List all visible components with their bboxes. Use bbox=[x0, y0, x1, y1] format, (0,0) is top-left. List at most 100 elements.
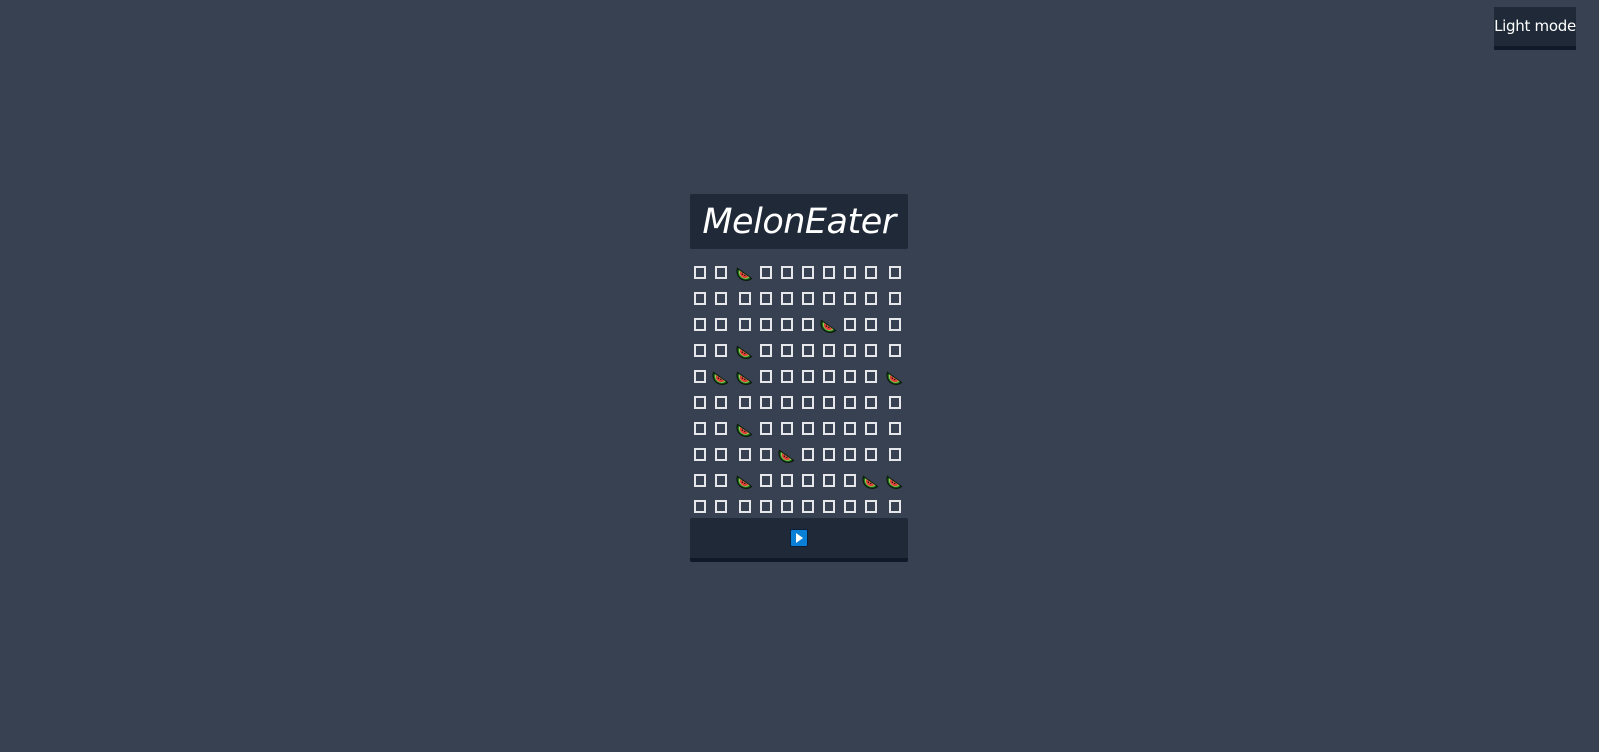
empty-square-icon[interactable] bbox=[819, 470, 839, 490]
empty-square-icon[interactable] bbox=[819, 262, 839, 282]
empty-square-icon[interactable] bbox=[840, 496, 860, 516]
watermelon-icon[interactable] bbox=[885, 366, 905, 386]
empty-square-icon[interactable] bbox=[819, 496, 839, 516]
empty-square-icon[interactable] bbox=[840, 366, 860, 386]
empty-square-icon[interactable] bbox=[756, 314, 776, 334]
empty-square-icon[interactable] bbox=[756, 496, 776, 516]
empty-square-icon[interactable] bbox=[861, 288, 881, 308]
empty-square-icon[interactable] bbox=[777, 262, 797, 282]
empty-square-icon[interactable] bbox=[777, 314, 797, 334]
empty-square-icon[interactable] bbox=[711, 288, 731, 308]
empty-square-icon[interactable] bbox=[885, 288, 905, 308]
empty-square-icon[interactable] bbox=[840, 340, 860, 360]
empty-square-icon[interactable] bbox=[798, 262, 818, 282]
empty-square-icon[interactable] bbox=[819, 392, 839, 412]
watermelon-icon[interactable] bbox=[735, 418, 755, 438]
empty-square-icon[interactable] bbox=[798, 470, 818, 490]
empty-square-icon[interactable] bbox=[885, 314, 905, 334]
empty-square-icon[interactable] bbox=[861, 418, 881, 438]
empty-square-icon[interactable] bbox=[690, 262, 710, 282]
empty-square-icon[interactable] bbox=[756, 470, 776, 490]
empty-square-icon[interactable] bbox=[840, 288, 860, 308]
empty-square-icon[interactable] bbox=[840, 418, 860, 438]
empty-square-icon[interactable] bbox=[885, 340, 905, 360]
empty-square-icon[interactable] bbox=[798, 314, 818, 334]
empty-square-icon[interactable] bbox=[711, 444, 731, 464]
empty-square-icon[interactable] bbox=[861, 366, 881, 386]
empty-square-icon[interactable] bbox=[756, 444, 776, 464]
empty-square-icon[interactable] bbox=[885, 418, 905, 438]
empty-square-icon[interactable] bbox=[885, 444, 905, 464]
empty-square-icon[interactable] bbox=[861, 262, 881, 282]
empty-square-icon[interactable] bbox=[756, 340, 776, 360]
empty-square-icon[interactable] bbox=[819, 288, 839, 308]
empty-square-icon[interactable] bbox=[711, 418, 731, 438]
empty-square-icon[interactable] bbox=[798, 288, 818, 308]
empty-square-icon[interactable] bbox=[798, 392, 818, 412]
empty-square-icon[interactable] bbox=[777, 496, 797, 516]
watermelon-icon[interactable] bbox=[735, 340, 755, 360]
watermelon-icon[interactable] bbox=[861, 470, 881, 490]
empty-square-icon[interactable] bbox=[735, 496, 755, 516]
empty-square-icon[interactable] bbox=[756, 418, 776, 438]
watermelon-icon[interactable] bbox=[711, 366, 731, 386]
empty-square-icon[interactable] bbox=[690, 392, 710, 412]
empty-square-icon[interactable] bbox=[840, 470, 860, 490]
empty-square-icon[interactable] bbox=[756, 392, 776, 412]
empty-square-icon[interactable] bbox=[777, 392, 797, 412]
empty-square-icon[interactable] bbox=[861, 496, 881, 516]
empty-square-icon[interactable] bbox=[690, 288, 710, 308]
empty-square-icon[interactable] bbox=[711, 340, 731, 360]
empty-square-icon[interactable] bbox=[690, 496, 710, 516]
empty-square-icon[interactable] bbox=[735, 392, 755, 412]
watermelon-icon[interactable] bbox=[735, 262, 755, 282]
empty-square-icon[interactable] bbox=[885, 496, 905, 516]
empty-square-icon[interactable] bbox=[819, 366, 839, 386]
empty-square-icon[interactable] bbox=[798, 444, 818, 464]
watermelon-icon[interactable] bbox=[735, 470, 755, 490]
empty-square-icon[interactable] bbox=[798, 496, 818, 516]
watermelon-icon[interactable] bbox=[819, 314, 839, 334]
empty-square-icon[interactable] bbox=[756, 288, 776, 308]
empty-square-icon[interactable] bbox=[840, 392, 860, 412]
empty-square-icon[interactable] bbox=[777, 340, 797, 360]
empty-square-icon[interactable] bbox=[885, 262, 905, 282]
empty-square-icon[interactable] bbox=[711, 496, 731, 516]
empty-square-icon[interactable] bbox=[711, 392, 731, 412]
watermelon-icon[interactable] bbox=[777, 444, 797, 464]
empty-square-icon[interactable] bbox=[798, 340, 818, 360]
empty-square-icon[interactable] bbox=[861, 340, 881, 360]
empty-square-icon[interactable] bbox=[798, 418, 818, 438]
watermelon-icon[interactable] bbox=[885, 470, 905, 490]
empty-square-icon[interactable] bbox=[690, 470, 710, 490]
empty-square-icon[interactable] bbox=[840, 262, 860, 282]
empty-square-icon[interactable] bbox=[735, 444, 755, 464]
empty-square-icon[interactable] bbox=[861, 392, 881, 412]
empty-square-icon[interactable] bbox=[840, 444, 860, 464]
empty-square-icon[interactable] bbox=[777, 418, 797, 438]
empty-square-icon[interactable] bbox=[885, 392, 905, 412]
empty-square-icon[interactable] bbox=[777, 470, 797, 490]
empty-square-icon[interactable] bbox=[798, 366, 818, 386]
empty-square-icon[interactable] bbox=[819, 340, 839, 360]
empty-square-icon[interactable] bbox=[711, 262, 731, 282]
empty-square-icon[interactable] bbox=[756, 366, 776, 386]
theme-toggle-button[interactable]: Light mode bbox=[1494, 7, 1576, 50]
empty-square-icon[interactable] bbox=[711, 314, 731, 334]
empty-square-icon[interactable] bbox=[819, 444, 839, 464]
empty-square-icon[interactable] bbox=[690, 418, 710, 438]
empty-square-icon[interactable] bbox=[819, 418, 839, 438]
empty-square-icon[interactable] bbox=[735, 314, 755, 334]
empty-square-icon[interactable] bbox=[690, 366, 710, 386]
empty-square-icon[interactable] bbox=[690, 444, 710, 464]
empty-square-icon[interactable] bbox=[735, 288, 755, 308]
empty-square-icon[interactable] bbox=[690, 314, 710, 334]
empty-square-icon[interactable] bbox=[777, 366, 797, 386]
empty-square-icon[interactable] bbox=[840, 314, 860, 334]
watermelon-icon[interactable] bbox=[735, 366, 755, 386]
empty-square-icon[interactable] bbox=[756, 262, 776, 282]
empty-square-icon[interactable] bbox=[861, 444, 881, 464]
empty-square-icon[interactable] bbox=[711, 470, 731, 490]
empty-square-icon[interactable] bbox=[690, 340, 710, 360]
empty-square-icon[interactable] bbox=[777, 288, 797, 308]
